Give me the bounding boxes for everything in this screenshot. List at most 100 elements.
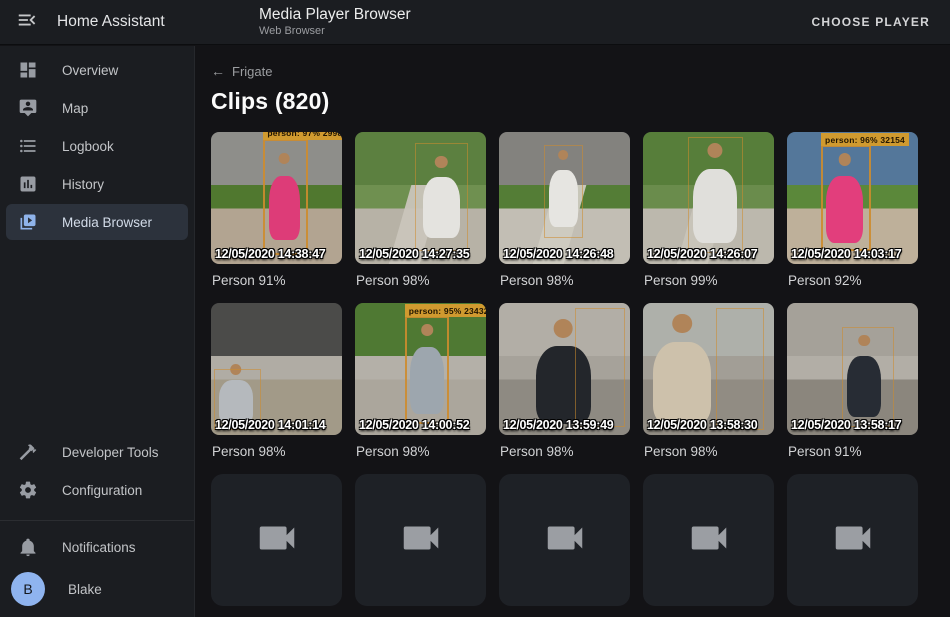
clip-thumbnail[interactable]: 12/05/2020 13:58:30 xyxy=(643,303,774,435)
back-link-label: Frigate xyxy=(232,64,272,79)
clip-thumbnail[interactable]: 12/05/2020 14:01:14 xyxy=(211,303,342,435)
play-box-multiple-icon xyxy=(18,212,38,232)
sidebar-item-configuration[interactable]: Configuration xyxy=(6,472,188,508)
folder-item[interactable]: Yesterday (209) xyxy=(355,474,486,617)
back-arrow-icon: ← xyxy=(211,63,225,79)
clip-caption: Person 98% xyxy=(356,444,485,459)
detection-bbox xyxy=(842,327,894,427)
sidebar-item-label: Map xyxy=(62,101,88,116)
folder-item[interactable]: This Month (502) xyxy=(499,474,630,617)
clip-thumbnail[interactable]: 12/05/2020 13:59:49 xyxy=(499,303,630,435)
clip-item[interactable]: 12/05/2020 13:59:49 Person 98% xyxy=(499,303,630,474)
menu-toggle-button[interactable] xyxy=(15,10,39,34)
sidebar-profile[interactable]: B Blake xyxy=(0,567,194,611)
folder-thumbnail[interactable] xyxy=(787,474,918,606)
back-to-frigate-link[interactable]: ← Frigate xyxy=(211,63,272,79)
clip-item[interactable]: person: 97% 29988 12/05/2020 14:38:47 Pe… xyxy=(211,132,342,303)
sidebar-item-media-browser[interactable]: Media Browser xyxy=(6,204,188,240)
folder-item[interactable]: Last Month (318) xyxy=(643,474,774,617)
clip-item[interactable]: 12/05/2020 14:26:07 Person 99% xyxy=(643,132,774,303)
detection-bbox xyxy=(688,137,743,253)
folder-thumbnail[interactable] xyxy=(499,474,630,606)
detection-label: person: 97% 29988 xyxy=(263,132,342,140)
clip-caption: Person 91% xyxy=(212,273,341,288)
clip-item[interactable]: 12/05/2020 14:27:35 Person 98% xyxy=(355,132,486,303)
detection-label: person: 96% 32154 xyxy=(821,133,909,146)
sidebar-item-history[interactable]: History xyxy=(6,166,188,202)
main-content: ← Frigate Clips (820) person: 97% 29988 … xyxy=(195,46,950,617)
sidebar-item-logbook[interactable]: Logbook xyxy=(6,128,188,164)
clip-thumbnail[interactable]: 12/05/2020 14:27:35 xyxy=(355,132,486,264)
clip-timestamp: 12/05/2020 14:01:14 xyxy=(215,418,340,432)
clip-item[interactable]: person: 95% 23432 12/05/2020 14:00:52 Pe… xyxy=(355,303,486,474)
folder-item[interactable]: Today (164) xyxy=(211,474,342,617)
folder-thumbnail[interactable] xyxy=(211,474,342,606)
sidebar-item-map[interactable]: Map xyxy=(6,90,188,126)
folder-thumbnail[interactable] xyxy=(643,474,774,606)
choose-player-button[interactable]: CHOOSE PLAYER xyxy=(803,7,938,37)
clip-item[interactable]: person: 96% 32154 12/05/2020 14:03:17 Pe… xyxy=(787,132,918,303)
sidebar-item-label: Configuration xyxy=(62,483,142,498)
person-head-shape xyxy=(672,314,692,334)
menu-open-icon xyxy=(16,9,38,36)
sidebar-item-notifications[interactable]: Notifications xyxy=(6,529,188,565)
page-title: Clips (820) xyxy=(211,88,934,115)
sidebar-item-label: Overview xyxy=(62,63,118,78)
detection-bbox xyxy=(716,308,763,429)
clip-item[interactable]: 12/05/2020 14:26:48 Person 98% xyxy=(499,132,630,303)
view-dashboard-icon xyxy=(18,60,38,80)
video-camera-icon xyxy=(542,515,588,566)
sidebar-item-developer-tools[interactable]: Developer Tools xyxy=(6,434,188,470)
clip-timestamp: 12/05/2020 14:26:07 xyxy=(647,247,772,261)
sidebar-item-label: History xyxy=(62,177,104,192)
clip-item[interactable]: 12/05/2020 13:58:17 Person 91% xyxy=(787,303,918,474)
media-browser-title: Media Player Browser xyxy=(259,6,411,24)
clip-timestamp: 12/05/2020 13:58:30 xyxy=(647,418,772,432)
media-browser-subtitle: Web Browser xyxy=(259,25,411,38)
folder-thumbnail[interactable] xyxy=(355,474,486,606)
detection-label: person: 95% 23432 xyxy=(405,304,486,317)
clip-item[interactable]: 12/05/2020 14:01:14 Person 98% xyxy=(211,303,342,474)
detection-bbox: person: 95% 23432 xyxy=(405,316,450,424)
sidebar-spacer xyxy=(0,242,194,434)
clip-thumbnail[interactable]: 12/05/2020 14:26:48 xyxy=(499,132,630,264)
clip-thumbnail[interactable]: 12/05/2020 14:26:07 xyxy=(643,132,774,264)
sidebar-item-label: Media Browser xyxy=(62,215,152,230)
sidebar-item-overview[interactable]: Overview xyxy=(6,52,188,88)
list-bulleted-icon xyxy=(18,136,38,156)
clip-item[interactable]: 12/05/2020 13:58:30 Person 98% xyxy=(643,303,774,474)
clip-caption: Person 98% xyxy=(644,444,773,459)
gear-icon xyxy=(18,480,38,500)
sidebar-item-label: Notifications xyxy=(62,540,136,555)
person-figure xyxy=(653,314,711,425)
detection-bbox xyxy=(544,145,583,237)
clip-caption: Person 98% xyxy=(356,273,485,288)
hammer-icon xyxy=(18,442,38,462)
clip-timestamp: 12/05/2020 14:38:47 xyxy=(215,247,340,261)
clip-caption: Person 99% xyxy=(644,273,773,288)
clip-thumbnail[interactable]: 12/05/2020 13:58:17 xyxy=(787,303,918,435)
clip-caption: Person 98% xyxy=(500,273,629,288)
video-camera-icon xyxy=(398,515,444,566)
sidebar: Overview Map Logbook History Media Brows… xyxy=(0,46,195,617)
detection-bbox xyxy=(575,308,625,427)
clip-thumbnail[interactable]: person: 96% 32154 12/05/2020 14:03:17 xyxy=(787,132,918,264)
clip-thumbnail[interactable]: person: 95% 23432 12/05/2020 14:00:52 xyxy=(355,303,486,435)
detection-bbox xyxy=(415,143,467,251)
app-header-left: Home Assistant xyxy=(0,10,195,34)
video-camera-icon xyxy=(830,515,876,566)
folder-item[interactable]: Back (427) xyxy=(787,474,918,617)
clip-caption: Person 98% xyxy=(500,444,629,459)
sidebar-divider xyxy=(0,520,194,521)
clips-grid: person: 97% 29988 12/05/2020 14:38:47 Pe… xyxy=(211,132,934,617)
clip-caption: Person 91% xyxy=(788,444,917,459)
clip-thumbnail[interactable]: person: 97% 29988 12/05/2020 14:38:47 xyxy=(211,132,342,264)
profile-name: Blake xyxy=(68,582,102,597)
app-header: Home Assistant Media Player Browser Web … xyxy=(0,0,950,45)
video-camera-icon xyxy=(254,515,300,566)
sidebar-item-label: Logbook xyxy=(62,139,114,154)
detection-bbox: person: 96% 32154 xyxy=(821,145,871,251)
tooltip-account-icon xyxy=(18,98,38,118)
app-title: Home Assistant xyxy=(57,13,165,31)
clip-timestamp: 12/05/2020 14:03:17 xyxy=(791,247,916,261)
